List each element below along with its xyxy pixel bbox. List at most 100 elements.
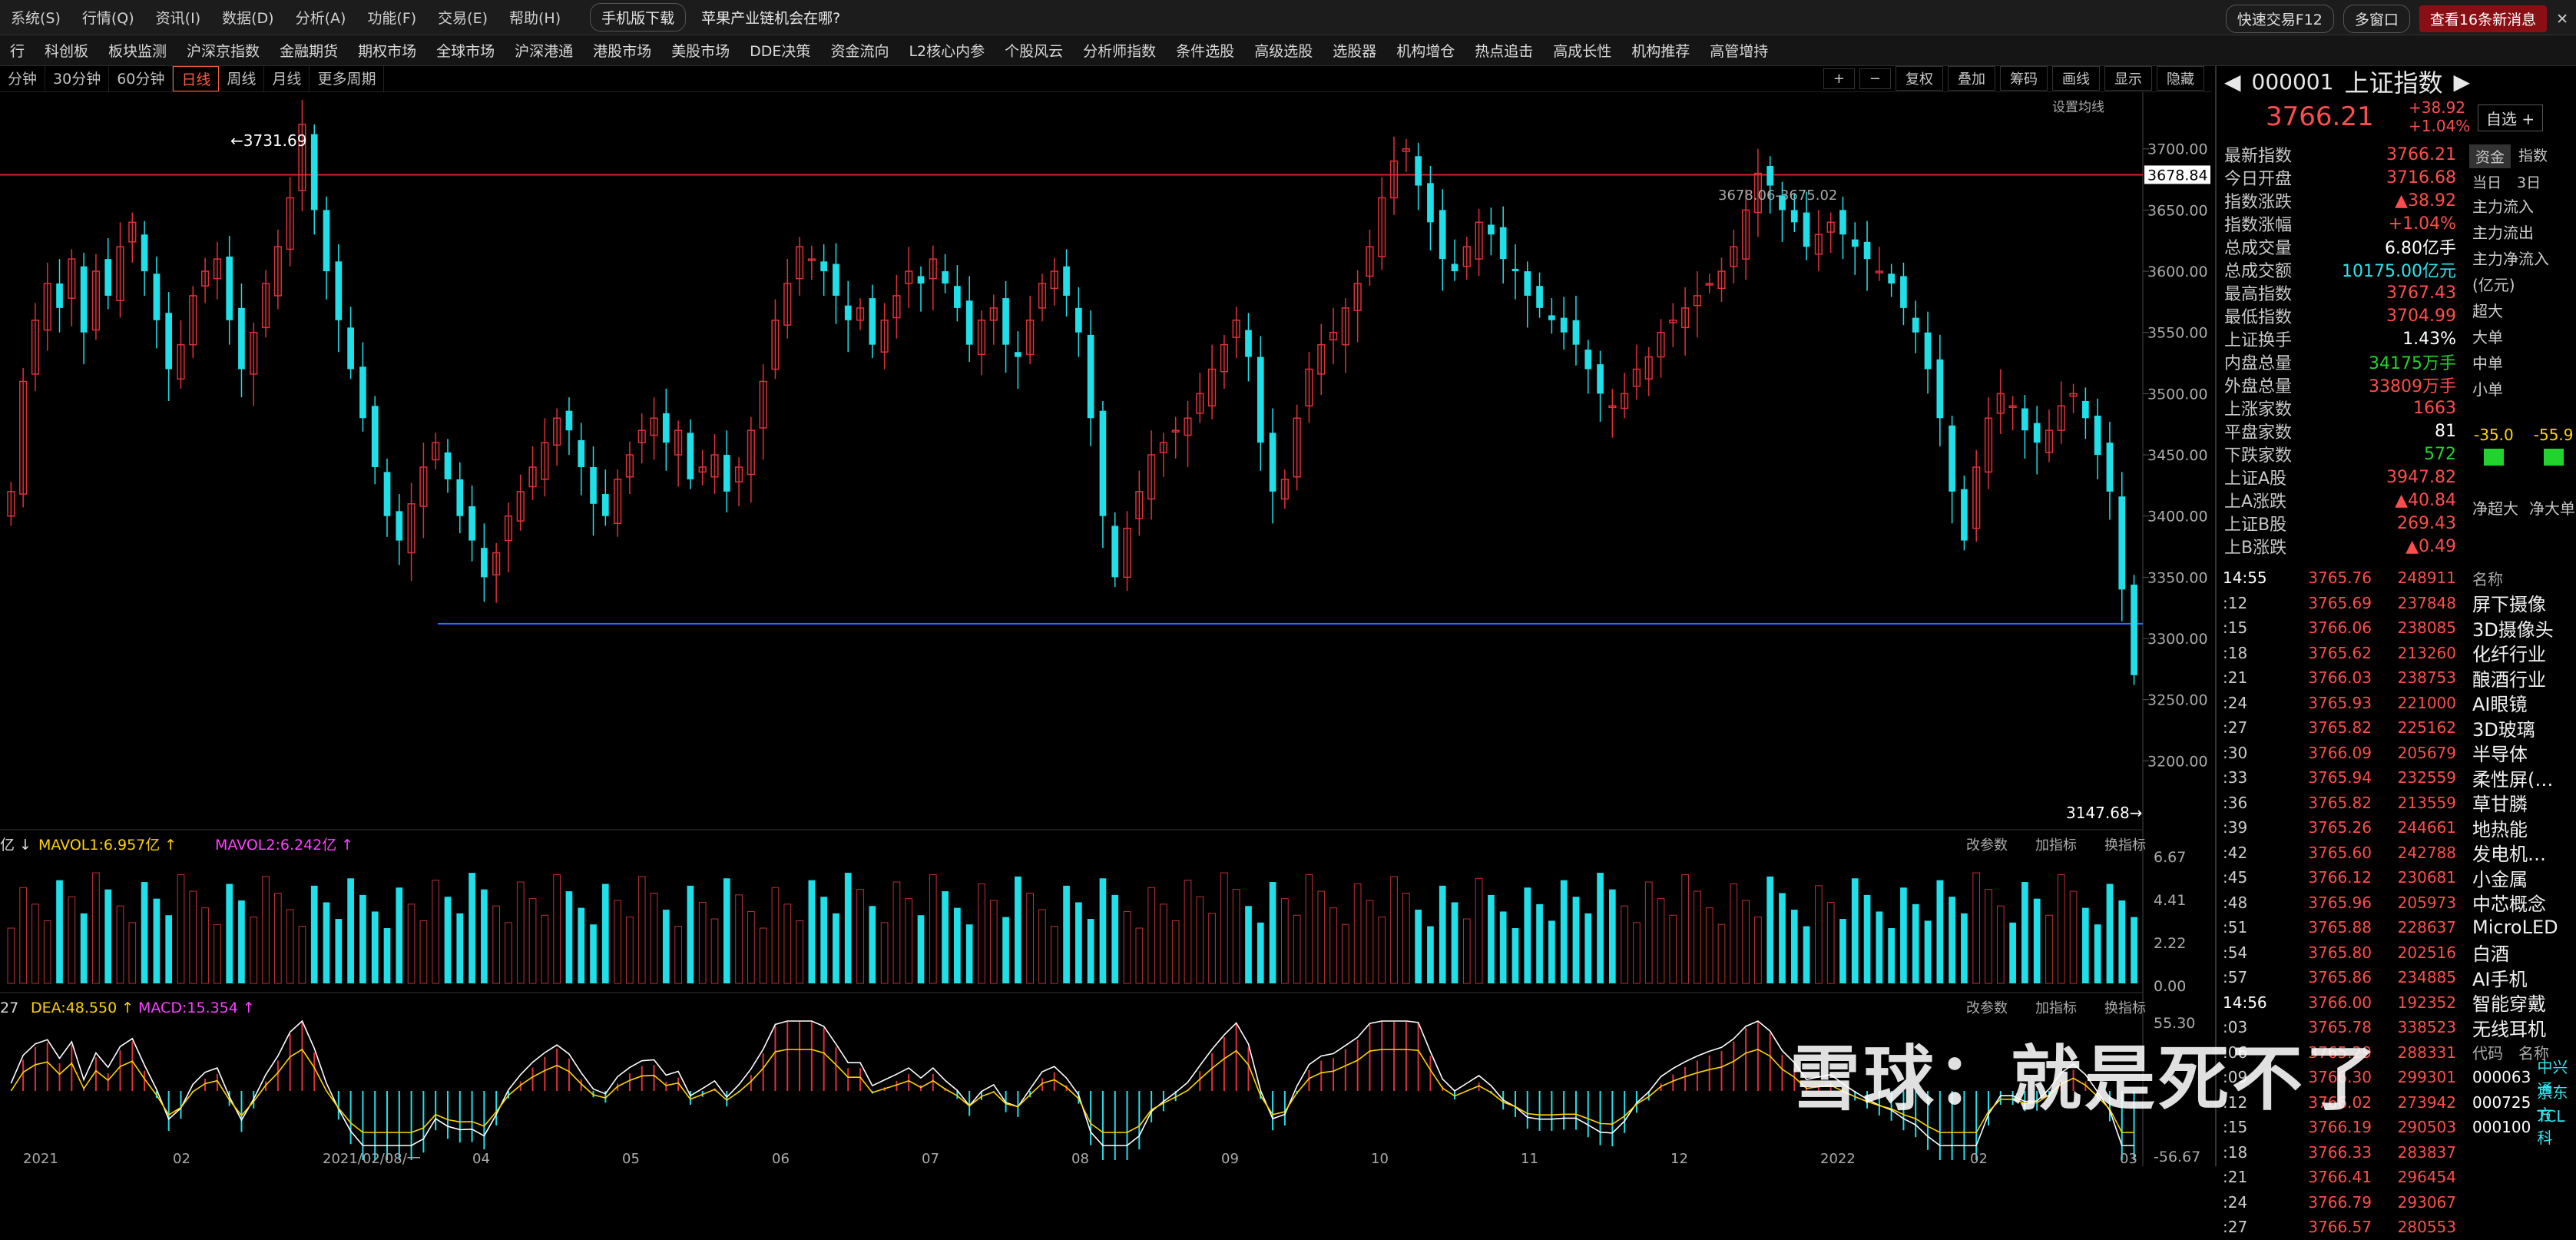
nav-item-2[interactable]: 板块监测 [98,40,177,61]
concept-item[interactable]: 草甘膦 [2466,791,2576,815]
nav-item-19[interactable]: 热点追击 [1465,40,1543,61]
concept-item[interactable]: 屏下摄像 [2466,591,2576,615]
fund-subtab-0[interactable]: 当日 [2472,171,2502,192]
nav-item-21[interactable]: 机构推荐 [1621,40,1700,61]
nav-item-3[interactable]: 沪深京指数 [177,40,270,61]
concept-item[interactable]: 白酒 [2466,940,2576,965]
nav-item-1[interactable]: 科创板 [35,40,98,61]
next-stock-icon[interactable]: ▶ [2453,69,2470,94]
menu-item-6[interactable]: 交易(E) [427,7,498,28]
add-watch-button[interactable]: 自选 + [2478,104,2544,131]
chart-tool-0[interactable]: + [1823,68,1855,89]
period-tab-3[interactable]: 日线 [173,66,220,91]
nav-item-17[interactable]: 选股器 [1323,40,1386,61]
volume-bar [989,900,998,984]
nav-item-9[interactable]: 美股市场 [661,40,740,61]
menu-item-0[interactable]: 系统(S) [0,7,71,28]
nav-item-4[interactable]: 金融期货 [270,40,348,61]
fund-tab-1[interactable]: 指数 [2518,144,2548,168]
concept-item[interactable]: 发电机… [2466,840,2576,865]
concept-item[interactable]: AI手机 [2466,965,2576,990]
concept-item[interactable]: 智能穿戴 [2466,990,2576,1015]
vol-unit-label: 亿 ↓ [0,837,31,854]
chart-tool-6[interactable]: 显示 [2104,66,2152,91]
period-tab-6[interactable]: 更多周期 [310,66,385,91]
stat-row: 最高指数 3767.43 [2217,281,2462,305]
stock-row[interactable]: 000100 TCL科 [2466,1107,2576,1147]
fund-tab-0[interactable]: 资金 [2469,144,2511,168]
concept-item[interactable]: AI眼镜 [2466,691,2576,715]
menu-item-5[interactable]: 功能(F) [356,7,427,28]
concept-item[interactable]: 无线耳机 [2466,1015,2576,1040]
stat-value: 3767.43 [2386,283,2456,303]
concept-item[interactable]: 地热能 [2466,815,2576,840]
volume-bar [31,903,39,984]
concept-item[interactable]: 3D摄像头 [2466,615,2576,641]
nav-item-14[interactable]: 分析师指数 [1073,40,1166,61]
multi-window-button[interactable]: 多窗口 [2343,5,2410,33]
candle-body [601,494,609,516]
volume-bar [1863,894,1871,983]
new-messages-button[interactable]: 查看16条新消息 [2419,5,2548,32]
period-tab-2[interactable]: 60分钟 [109,66,174,91]
close-icon[interactable]: ✕ [2556,11,2568,28]
concept-item[interactable]: MicroLED [2466,915,2576,940]
menu-item-1[interactable]: 行情(Q) [71,7,145,28]
menu-item-4[interactable]: 分析(A) [285,7,357,28]
period-tab-1[interactable]: 30分钟 [45,66,110,91]
nav-item-0[interactable]: 行 [0,40,35,61]
chart-tool-5[interactable]: 画线 [2052,66,2100,91]
chart-tool-1[interactable]: − [1859,68,1891,89]
kline-chart[interactable]: 3700.00 3650.00 3600.00 3550.00 3500.00 3450.… [0,92,2212,1166]
menu-item-2[interactable]: 资讯(I) [145,7,211,28]
chart-tool-7[interactable]: 隐藏 [2157,66,2204,91]
menu-item-7[interactable]: 帮助(H) [498,7,571,28]
volume-bar [783,903,792,984]
prev-stock-icon[interactable]: ◀ [2224,69,2241,94]
concept-item[interactable]: 小金属 [2466,865,2576,890]
menu-item-3[interactable]: 数据(D) [211,7,284,28]
chart-tool-2[interactable]: 复权 [1896,66,1943,91]
ad-link[interactable]: 苹果产业链机会在哪? [701,7,840,28]
tick-list[interactable]: 14:55 3765.76 248911:12 3765.69 237848:15 376… [2217,565,2462,1240]
concept-item[interactable]: 柔性屏(… [2466,765,2576,791]
nav-item-20[interactable]: 高成长性 [1543,40,1621,61]
period-tab-5[interactable]: 月线 [264,66,310,91]
nav-item-18[interactable]: 机构增仓 [1386,40,1465,61]
volume-bar [1196,896,1204,984]
chart-tool-4[interactable]: 筹码 [2000,66,2048,91]
nav-item-15[interactable]: 条件选股 [1166,40,1244,61]
volume-bar [1609,889,1616,983]
period-tab-0[interactable]: 分钟 [0,66,46,91]
concept-list[interactable]: 名称 屏下摄像 3D摄像头 化纤行业 酿酒行业 AI眼镜 3D玻璃 半导体 柔性屏(… 草甘膦 地热… [2466,565,2576,1147]
fund-subtabs: 当日 3日 [2466,170,2576,194]
nav-item-7[interactable]: 沪深港通 [505,40,583,61]
concept-item[interactable]: 3D玻璃 [2466,715,2576,741]
nav-item-16[interactable]: 高级选股 [1244,40,1323,61]
fund-subtab-1[interactable]: 3日 [2517,171,2541,192]
nav-item-5[interactable]: 期权市场 [348,40,426,61]
tick-volume: 192352 [2397,993,2456,1012]
concept-item[interactable]: 化纤行业 [2466,641,2576,665]
nav-item-10[interactable]: DDE决策 [740,40,820,61]
volume-bar [189,890,197,984]
concept-item[interactable]: 中芯概念 [2466,890,2576,915]
nav-item-6[interactable]: 全球市场 [426,40,505,61]
concept-item[interactable]: 酿酒行业 [2466,665,2576,691]
nav-item-12[interactable]: L2核心内参 [899,40,995,61]
nav-item-8[interactable]: 港股市场 [583,40,661,61]
nav-item-11[interactable]: 资金流向 [820,40,899,61]
concept-item[interactable]: 半导体 [2466,741,2576,765]
indicator-button: 改参数 [1966,837,2008,854]
volume-bar [637,876,646,984]
chart-tool-3[interactable]: 叠加 [1948,66,1995,91]
fund-item: 中单 [2472,354,2503,373]
mobile-download-button[interactable]: 手机版下载 [590,3,687,31]
candle-body [1790,210,1798,223]
fast-trade-button[interactable]: 快速交易F12 [2225,5,2334,33]
volume-bar [674,926,682,984]
nav-item-22[interactable]: 高管增持 [1700,40,1778,61]
candle-body [396,511,403,541]
period-tab-4[interactable]: 周线 [219,66,265,91]
nav-item-13[interactable]: 个股风云 [995,40,1073,61]
